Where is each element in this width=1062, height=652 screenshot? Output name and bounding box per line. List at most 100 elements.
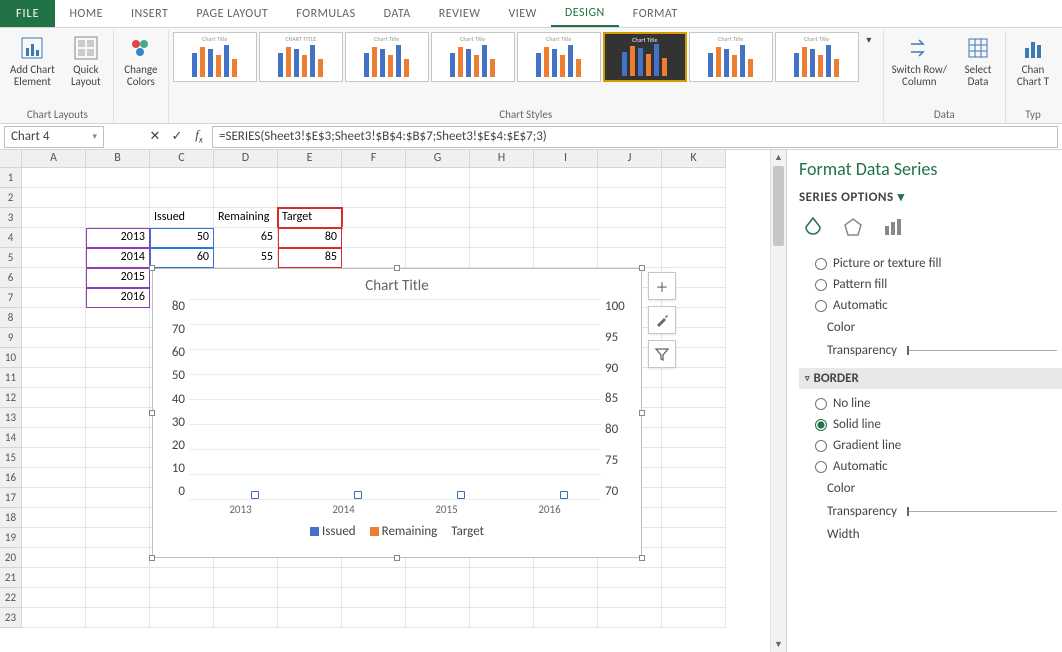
row-header[interactable]: 5 — [0, 248, 22, 268]
row-header[interactable]: 18 — [0, 508, 22, 528]
cell[interactable] — [86, 488, 150, 508]
cell[interactable]: 65 — [214, 228, 278, 248]
cell[interactable] — [86, 208, 150, 228]
cell[interactable] — [662, 508, 726, 528]
cell[interactable] — [662, 188, 726, 208]
chart-plot-area[interactable]: 80706050403020100 100959085807570 — [189, 299, 601, 499]
cell[interactable] — [470, 248, 534, 268]
chart-style-7[interactable]: Chart Title — [689, 32, 773, 82]
fill-line-tab[interactable] — [799, 213, 827, 241]
row-header[interactable]: 16 — [0, 468, 22, 488]
cell[interactable] — [86, 588, 150, 608]
cell[interactable]: 80 — [278, 228, 342, 248]
cell[interactable]: 55 — [214, 248, 278, 268]
chart-style-1[interactable]: Chart Title — [173, 32, 257, 82]
cell[interactable] — [22, 288, 86, 308]
cell[interactable] — [534, 188, 598, 208]
cell[interactable] — [22, 468, 86, 488]
cell[interactable] — [22, 488, 86, 508]
cell[interactable] — [86, 368, 150, 388]
row-header[interactable]: 11 — [0, 368, 22, 388]
cell[interactable] — [150, 608, 214, 628]
row-header[interactable]: 13 — [0, 408, 22, 428]
cell[interactable] — [406, 188, 470, 208]
cell[interactable] — [662, 468, 726, 488]
cell[interactable] — [470, 588, 534, 608]
chart-styles-more-button[interactable]: ▾ — [861, 32, 877, 48]
cell[interactable] — [534, 228, 598, 248]
cell[interactable] — [214, 608, 278, 628]
cell[interactable]: 2015 — [86, 268, 150, 288]
transparency-slider[interactable] — [907, 350, 1057, 351]
cell[interactable] — [214, 168, 278, 188]
row-header[interactable]: 1 — [0, 168, 22, 188]
cell[interactable] — [406, 228, 470, 248]
cell[interactable] — [22, 268, 86, 288]
cell[interactable] — [214, 188, 278, 208]
series-selection-handle[interactable] — [251, 491, 259, 499]
cell[interactable] — [278, 188, 342, 208]
resize-handle[interactable] — [639, 555, 645, 561]
resize-handle[interactable] — [394, 555, 400, 561]
cell[interactable] — [662, 548, 726, 568]
cell[interactable] — [86, 428, 150, 448]
cell[interactable] — [22, 448, 86, 468]
cell[interactable] — [662, 388, 726, 408]
tab-view[interactable]: VIEW — [494, 0, 550, 27]
cell[interactable] — [534, 588, 598, 608]
scroll-thumb[interactable] — [773, 166, 784, 246]
quick-layout-button[interactable]: Quick Layout — [63, 32, 109, 90]
cell[interactable] — [278, 168, 342, 188]
cell[interactable] — [342, 608, 406, 628]
series-selection-handle[interactable] — [560, 491, 568, 499]
tab-insert[interactable]: INSERT — [117, 0, 182, 27]
cell[interactable]: Target — [278, 208, 342, 228]
cell[interactable] — [86, 608, 150, 628]
cell[interactable] — [470, 208, 534, 228]
cell[interactable] — [662, 488, 726, 508]
row-header[interactable]: 23 — [0, 608, 22, 628]
fill-color-row[interactable]: Color — [799, 316, 1062, 339]
effects-tab[interactable] — [839, 213, 867, 241]
row-header[interactable]: 19 — [0, 528, 22, 548]
cell[interactable] — [22, 388, 86, 408]
col-K[interactable]: K — [662, 150, 726, 168]
cell[interactable] — [278, 608, 342, 628]
cell[interactable] — [278, 568, 342, 588]
cell[interactable] — [86, 348, 150, 368]
cell[interactable] — [22, 228, 86, 248]
border-gradient-option[interactable]: Gradient line — [799, 435, 1062, 456]
name-box[interactable]: Chart 4 ▾ — [4, 126, 104, 148]
cell[interactable] — [150, 188, 214, 208]
cell[interactable]: 2016 — [86, 288, 150, 308]
row-header[interactable]: 17 — [0, 488, 22, 508]
chart-style-8[interactable]: Chart Title — [775, 32, 859, 82]
row-header[interactable]: 14 — [0, 428, 22, 448]
resize-handle[interactable] — [149, 265, 155, 271]
cell[interactable] — [470, 228, 534, 248]
cell[interactable] — [598, 568, 662, 588]
cell[interactable] — [662, 588, 726, 608]
col-D[interactable]: D — [214, 150, 278, 168]
cell[interactable]: 50 — [150, 228, 214, 248]
cell[interactable] — [662, 408, 726, 428]
chart-title[interactable]: Chart Title — [153, 269, 641, 299]
cell[interactable] — [86, 388, 150, 408]
resize-handle[interactable] — [639, 265, 645, 271]
row-header[interactable]: 4 — [0, 228, 22, 248]
border-color-row[interactable]: Color — [799, 477, 1062, 500]
select-data-button[interactable]: Select Data — [955, 32, 1001, 90]
cell[interactable] — [86, 468, 150, 488]
tab-formulas[interactable]: FORMULAS — [282, 0, 369, 27]
col-I[interactable]: I — [534, 150, 598, 168]
cell[interactable] — [662, 528, 726, 548]
row-header[interactable]: 10 — [0, 348, 22, 368]
cell[interactable] — [86, 168, 150, 188]
cell[interactable] — [598, 188, 662, 208]
cell[interactable] — [662, 448, 726, 468]
row-header[interactable]: 15 — [0, 448, 22, 468]
cell[interactable]: 2014 — [86, 248, 150, 268]
series-options-dropdown[interactable]: SERIES OPTIONS ▾ — [799, 190, 1062, 205]
cell[interactable] — [150, 168, 214, 188]
legend-item-target[interactable]: Target — [451, 524, 484, 539]
